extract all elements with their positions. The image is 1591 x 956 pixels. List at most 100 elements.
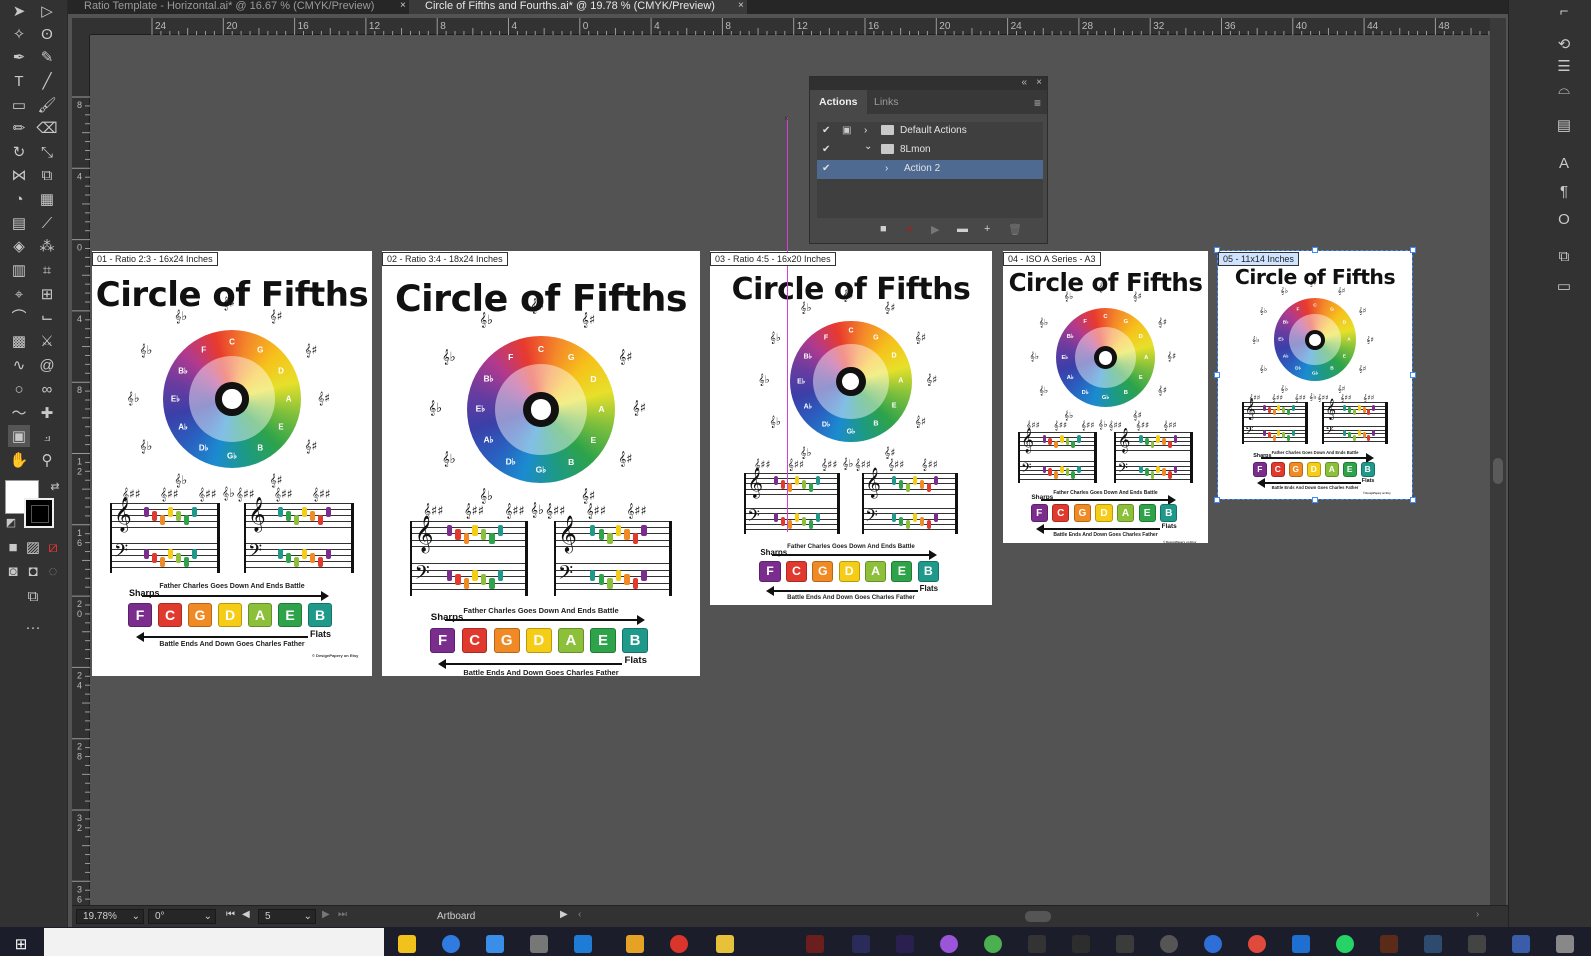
puppet-warp-tool-icon[interactable]: ⌒ <box>8 306 30 328</box>
hand-tool-icon[interactable]: ✋ <box>8 449 30 471</box>
action-set-8lmon[interactable]: ✔ ⌄ 8Lmon <box>817 141 1043 160</box>
close-icon[interactable]: × <box>1036 77 1042 88</box>
curvature-tool-icon[interactable]: ✎ <box>36 46 58 68</box>
paintbrush-tool-icon[interactable]: 🖌 <box>36 94 58 116</box>
path-eraser-tool-icon[interactable]: 〜 <box>8 402 30 424</box>
status-menu-icon[interactable]: ▶ <box>560 909 568 920</box>
toggle-dialog-icon[interactable]: ▣ <box>842 125 851 136</box>
magic-wand-tool-icon[interactable]: ✧ <box>8 23 30 45</box>
file-explorer-icon[interactable] <box>398 935 416 953</box>
opentype-panel-icon[interactable]: O <box>1553 208 1575 230</box>
close-icon[interactable]: × <box>738 0 744 12</box>
horizontal-scroll-thumb[interactable] <box>1025 911 1051 922</box>
windows-start-icon[interactable]: ⊞ <box>10 933 32 955</box>
selection-tool-icon[interactable]: ➤ <box>8 0 30 22</box>
action-set-default-actions[interactable]: ✔ ▣ › Default Actions <box>817 122 1043 141</box>
taskbar-app-icon[interactable] <box>806 935 824 953</box>
scroll-thumb[interactable] <box>1493 458 1503 484</box>
next-artboard-icon[interactable]: ▶ <box>322 909 330 920</box>
horizontal-ruler[interactable]: 24 20 16 12 8 4 0 4 8 12 16 20 24 28 32 36 40 44 48 <box>90 18 1490 35</box>
taskbar-app-icon[interactable] <box>1468 935 1486 953</box>
taskbar-app-icon[interactable] <box>670 935 688 953</box>
knife-tool-icon[interactable]: ⚔ <box>36 330 58 352</box>
none-mode-icon[interactable]: ⧄ <box>42 536 64 558</box>
toggle-item-check-icon[interactable]: ✔ <box>822 125 830 136</box>
resize-handle[interactable] <box>1312 247 1318 253</box>
taskbar-app-icon[interactable] <box>1204 935 1222 953</box>
taskbar-app-icon[interactable] <box>574 935 592 953</box>
panel-icon-b[interactable]: ⟲ <box>1553 33 1575 55</box>
color-mode-icon[interactable]: ■ <box>2 536 24 558</box>
taskbar-app-icon[interactable] <box>1512 935 1530 953</box>
gradient-mode-icon[interactable]: ▨ <box>22 536 44 558</box>
lasso-tool-icon[interactable]: ʘ <box>36 23 58 45</box>
tab-ratio-template[interactable]: Ratio Template - Horizontal.ai* @ 16.67 … <box>68 0 408 14</box>
join-tool-icon[interactable]: ⌙ <box>36 306 58 328</box>
artboard-label[interactable]: 04 - ISO A Series - A3 <box>1003 252 1101 266</box>
type-tool-icon[interactable]: T <box>8 70 30 92</box>
ruler-corner[interactable] <box>72 18 90 35</box>
scroll-left-icon[interactable]: ‹ <box>578 909 581 920</box>
grid-tool-icon[interactable]: ▩ <box>8 330 30 352</box>
zoom-field[interactable]: 19.78% ⌄ <box>76 909 144 924</box>
artboard-label[interactable]: 02 - Ratio 3:4 - 18x24 Inches <box>382 252 508 266</box>
vertical-ruler[interactable]: 8404812162024283236 <box>72 35 90 905</box>
stop-icon[interactable]: ■ <box>880 223 887 235</box>
expand-icon[interactable]: › <box>885 163 888 174</box>
direct-selection-tool-icon[interactable]: ▷ <box>36 0 58 22</box>
perspective-grid-tool-icon[interactable]: ▦ <box>36 188 58 210</box>
line-tool-icon[interactable]: ╱ <box>36 70 58 92</box>
rotate-tool-icon[interactable]: ↻ <box>8 141 30 163</box>
taskbar-search-box[interactable] <box>44 928 384 956</box>
new-set-folder-icon[interactable]: ▬ <box>957 223 968 235</box>
chevron-down-icon[interactable]: ⌄ <box>304 910 312 923</box>
swap-colors-icon[interactable]: ⇄ <box>44 476 66 498</box>
smooth-tool-icon[interactable]: ∿ <box>8 354 30 376</box>
scroll-right-icon[interactable]: › <box>1476 909 1479 920</box>
taskbar-app-icon[interactable] <box>1556 935 1574 953</box>
taskbar-app-icon[interactable] <box>626 935 644 953</box>
artboard-label[interactable]: 01 - Ratio 2:3 - 16x24 Inches <box>92 252 218 266</box>
settings-icon[interactable] <box>530 935 548 953</box>
tab-actions[interactable]: Actions <box>810 90 867 114</box>
toggle-item-check-icon[interactable]: ✔ <box>822 144 830 155</box>
column-graph-tool-icon[interactable]: ▥ <box>8 259 30 281</box>
character-panel-icon[interactable]: A <box>1553 152 1575 174</box>
eraser-tool-icon[interactable]: ⌫ <box>36 117 58 139</box>
taskbar-app-icon[interactable] <box>1380 935 1398 953</box>
resize-handle[interactable] <box>1410 497 1416 503</box>
ellipse-tool-icon[interactable]: ○ <box>8 378 30 400</box>
panel-icon-c[interactable]: ☰ <box>1553 55 1575 77</box>
taskbar-app-icon[interactable] <box>1336 935 1354 953</box>
artboard-number-field[interactable]: 5 ⌄ <box>258 909 316 924</box>
symbol-sprayer-tool-icon[interactable]: ⁂ <box>36 235 58 257</box>
resize-handle[interactable] <box>1410 247 1416 253</box>
width-tool-icon[interactable]: ⋈ <box>8 164 30 186</box>
rotate-view-field[interactable]: 0° ⌄ <box>148 909 216 924</box>
draw-behind-icon[interactable]: ◘ <box>22 560 44 582</box>
tab-links[interactable]: Links <box>865 90 908 114</box>
artboard-active-tool-icon[interactable]: ▣ <box>8 425 30 447</box>
artboard-label[interactable]: 03 - Ratio 4:5 - 16x20 Inches <box>710 252 836 266</box>
resize-handle[interactable] <box>1410 372 1416 378</box>
tab-circle-of-fifths[interactable]: Circle of Fifths and Fourths.ai* @ 19.78… <box>409 0 747 14</box>
panel-icon-a[interactable]: ⌐ <box>1553 0 1575 22</box>
transform-panel-icon[interactable]: ⧉ <box>1553 245 1575 267</box>
taskbar-app-icon[interactable] <box>1424 935 1442 953</box>
draw-normal-icon[interactable]: ◙ <box>2 560 24 582</box>
panel-menu-icon[interactable]: ≡ <box>1034 96 1041 110</box>
close-icon[interactable]: × <box>400 0 406 12</box>
default-colors-icon[interactable]: ◩ <box>0 512 22 534</box>
artboard-label[interactable]: 05 - 11x14 Inches <box>1218 252 1299 266</box>
taskbar-app-icon[interactable] <box>984 935 1002 953</box>
taskbar-app-icon[interactable] <box>1028 935 1046 953</box>
panel-icon-d[interactable]: ⌓ <box>1553 78 1575 100</box>
artboard[interactable]: Circle of Fifths C G D A E B G♭ D♭ A♭ E♭ B♭ F 𝄞♯ 𝄞♯ 𝄞♯ 𝄞… <box>1218 251 1412 499</box>
collapse-icon[interactable]: « <box>1021 77 1027 88</box>
resize-handle[interactable] <box>1312 497 1318 503</box>
scale-tool-icon[interactable]: ⤡ <box>36 141 58 163</box>
artboard[interactable]: Circle of Fifths C G D A E B G♭ D♭ A♭ E♭ B♭ F 𝄞♯ 𝄞♯ 𝄞♯ 𝄞… <box>710 251 992 605</box>
pipette-tool-icon[interactable]: ⟓ <box>36 425 58 447</box>
screen-mode-icon[interactable]: ⧉ <box>22 585 44 607</box>
shape-builder-tool-icon[interactable]: ◔ <box>8 188 30 210</box>
